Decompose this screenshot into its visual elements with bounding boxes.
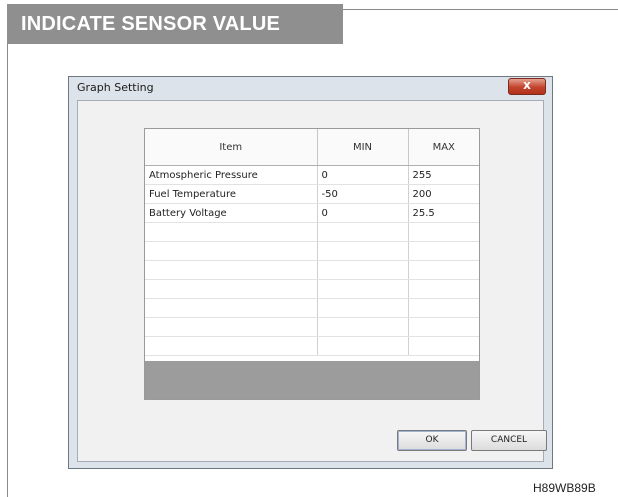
column-header-max[interactable]: MAX [408,129,479,166]
table-cell-min[interactable] [317,241,409,261]
frame-top-rule [343,9,618,10]
column-header-item[interactable]: Item [145,129,318,166]
empty-table-row[interactable] [145,336,479,356]
table-cell-min[interactable] [317,317,409,337]
table-cell-max[interactable] [408,222,479,242]
table-cell-item[interactable] [145,279,318,299]
column-header-min[interactable]: MIN [317,129,409,166]
table-cell-item[interactable]: Battery Voltage [145,203,318,223]
table-cell-max[interactable] [408,336,479,356]
settings-table: Item MIN MAX Atmospheric Pressure 0 255 Fuel … [145,129,479,356]
ok-button[interactable]: OK [397,430,467,451]
section-header: INDICATE SENSOR VALUE [7,4,343,44]
table-cell-max[interactable] [408,241,479,261]
empty-table-row[interactable] [145,279,479,299]
table-cell-max[interactable] [408,298,479,318]
dialog-client-area: Item MIN MAX Atmospheric Pressure 0 255 Fuel … [77,100,547,462]
table-cell-max[interactable] [408,279,479,299]
settings-grid: Item MIN MAX Atmospheric Pressure 0 255 Fuel … [144,128,480,400]
empty-table-row[interactable] [145,298,479,318]
table-cell-min[interactable] [317,336,409,356]
table-cell-item[interactable] [145,336,318,356]
frame-left-rule [7,44,8,497]
table-row[interactable]: Fuel Temperature -50 200 [145,184,479,204]
table-cell-min[interactable]: 0 [317,203,409,223]
empty-table-row[interactable] [145,222,479,242]
empty-table-row[interactable] [145,317,479,337]
grid-footer-bar [145,361,479,399]
table-row[interactable]: Battery Voltage 0 25.5 [145,203,479,223]
table-cell-item[interactable] [145,317,318,337]
dialog-title: Graph Setting [77,81,154,94]
table-cell-item[interactable] [145,298,318,318]
dialog-titlebar[interactable]: Graph Setting x [69,77,552,99]
table-row[interactable]: Atmospheric Pressure 0 255 [145,165,479,185]
table-cell-min[interactable] [317,298,409,318]
table-cell-item[interactable]: Fuel Temperature [145,184,318,204]
table-cell-item[interactable] [145,260,318,280]
table-cell-max[interactable]: 255 [408,165,479,185]
graph-setting-dialog: Graph Setting x Item MIN MAX Atmospheric P… [68,76,553,469]
table-cell-max[interactable] [408,260,479,280]
table-cell-max[interactable] [408,317,479,337]
table-cell-min[interactable]: 0 [317,165,409,185]
table-cell-min[interactable]: -50 [317,184,409,204]
table-cell-min[interactable] [317,260,409,280]
empty-table-row[interactable] [145,260,479,280]
table-cell-max[interactable]: 25.5 [408,203,479,223]
table-cell-min[interactable] [317,279,409,299]
close-icon: x [523,78,531,92]
empty-table-row[interactable] [145,241,479,261]
figure-code: H89WB89B [533,481,596,495]
cancel-button[interactable]: CANCEL [471,430,547,451]
table-cell-max[interactable]: 200 [408,184,479,204]
close-button[interactable]: x [508,78,546,95]
table-cell-min[interactable] [317,222,409,242]
table-cell-item[interactable] [145,241,318,261]
table-cell-item[interactable] [145,222,318,242]
table-cell-item[interactable]: Atmospheric Pressure [145,165,318,185]
